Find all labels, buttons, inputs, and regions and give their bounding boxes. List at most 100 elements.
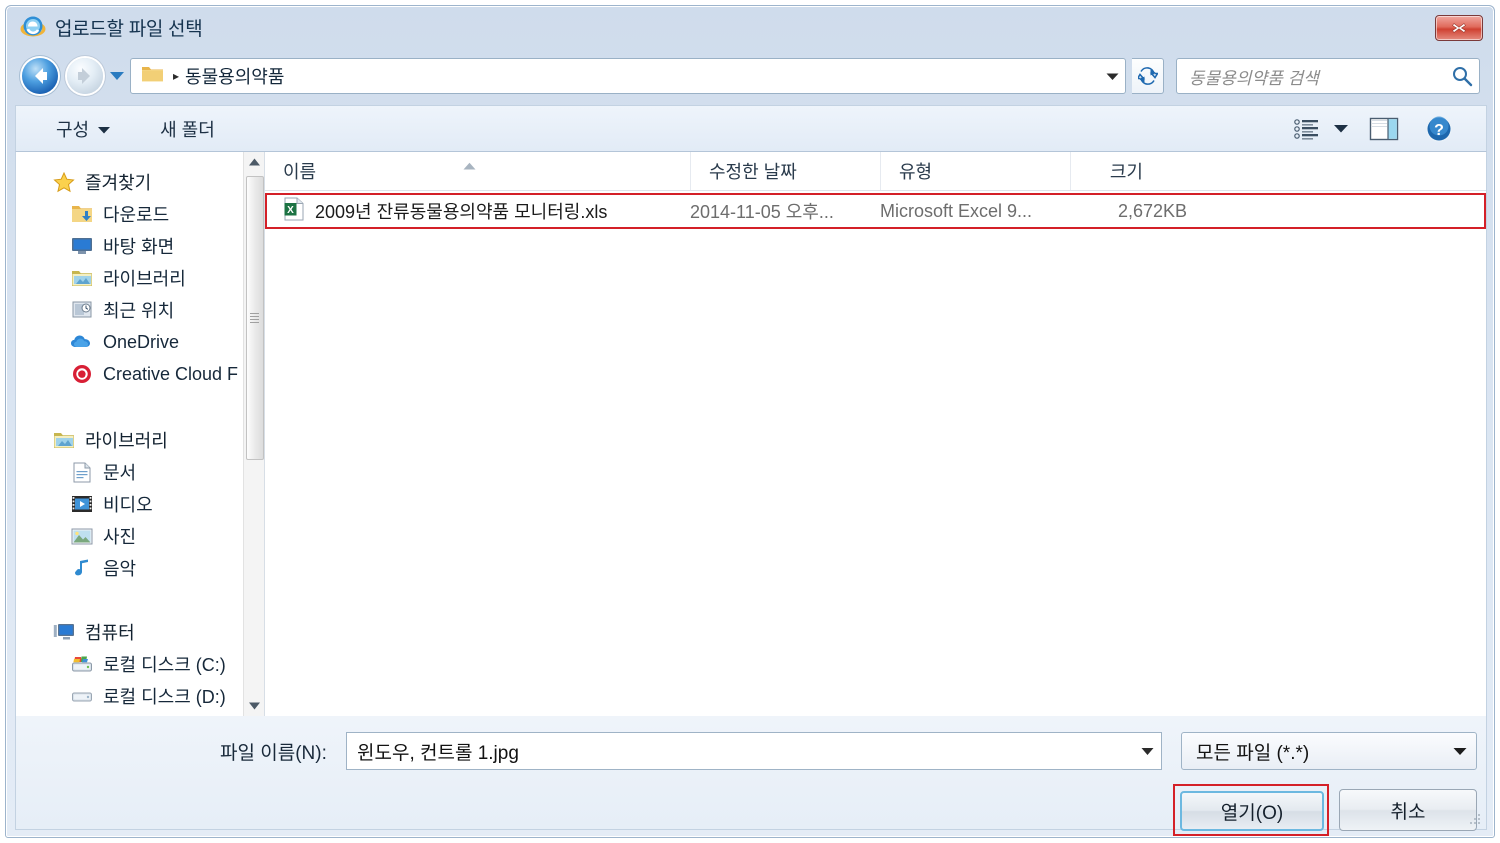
library-folder-icon (52, 429, 76, 451)
file-list-pane: 이름 수정한 날짜 유형 크기 X 2009년 잔류동물용의약품 모니터링.xl… (265, 152, 1486, 716)
computer-icon (52, 621, 76, 643)
dialog-footer: 파일 이름(N): 윈도우, 컨트롤 1.jpg 모든 파일 (*.*) 열기(… (15, 716, 1487, 836)
column-header-type[interactable]: 유형 (880, 152, 1070, 190)
breadcrumb[interactable]: ▸ 동물용의약품 (131, 63, 1099, 89)
sidebar-item-desktop[interactable]: 바탕 화면 (16, 230, 264, 262)
nav-group-computer: 컴퓨터 로컬 디스크 (C:) 로컬 디스크 (D:) (16, 584, 264, 712)
column-label: 수정한 날짜 (709, 162, 797, 182)
sidebar-item-creative-cloud[interactable]: Creative Cloud F (16, 358, 264, 390)
search-icon[interactable] (1445, 65, 1479, 87)
column-header-row: 이름 수정한 날짜 유형 크기 (265, 152, 1486, 191)
sidebar-label: 최근 위치 (103, 301, 175, 321)
sidebar-item-videos[interactable]: 비디오 (16, 488, 264, 520)
navigation-bar: ▸ 동물용의약품 동물용의약품 검색 (6, 50, 1494, 102)
sidebar-item-local-disk-d[interactable]: 로컬 디스크 (D:) (16, 680, 264, 712)
column-label: 크기 (1109, 162, 1143, 182)
music-note-icon (70, 557, 94, 579)
sidebar-item-downloads[interactable]: 다운로드 (16, 198, 264, 230)
title-bar: 업로드할 파일 선택 (6, 6, 1494, 48)
forward-arrow-icon (78, 68, 90, 84)
refresh-button[interactable] (1132, 58, 1164, 94)
chevron-down-icon (1106, 73, 1118, 80)
video-icon (70, 493, 94, 515)
nav-group-libraries: 라이브러리 문서 비디오 사진 음악 (16, 390, 264, 584)
sidebar-item-music[interactable]: 음악 (16, 552, 264, 584)
breadcrumb-current-folder[interactable]: 동물용의약품 (185, 63, 284, 89)
chevron-down-icon (110, 72, 124, 80)
sidebar-label: OneDrive (103, 331, 180, 352)
search-input[interactable]: 동물용의약품 검색 (1176, 58, 1480, 94)
cancel-button[interactable]: 취소 (1339, 789, 1477, 831)
view-mode-dropdown[interactable] (1326, 124, 1356, 133)
forward-button[interactable] (67, 58, 103, 94)
scrollbar-thumb[interactable] (246, 176, 264, 460)
navigation-pane: 즐겨찾기 다운로드 바탕 화면 라이브러리 최근 위치 OneDrive Cre… (16, 152, 264, 716)
close-button[interactable] (1435, 15, 1483, 41)
sidebar-item-computer[interactable]: 컴퓨터 (16, 616, 264, 648)
back-arrow-icon (35, 68, 47, 84)
sidebar-label: 즐겨찾기 (85, 173, 152, 193)
close-icon (1452, 23, 1466, 33)
navigation-pane-scrollbar[interactable] (243, 152, 264, 716)
recent-pages-dropdown[interactable] (109, 69, 125, 83)
sidebar-item-local-disk-c[interactable]: 로컬 디스크 (C:) (16, 648, 264, 680)
scroll-up-arrow[interactable] (244, 152, 264, 172)
folder-icon (141, 64, 165, 89)
star-icon (52, 171, 76, 193)
view-list-icon[interactable] (1286, 118, 1326, 140)
window-title: 업로드할 파일 선택 (55, 18, 203, 40)
sidebar-item-libraries-fav[interactable]: 라이브러리 (16, 262, 264, 294)
drive-icon (70, 685, 94, 707)
column-header-name[interactable]: 이름 (265, 152, 690, 190)
sidebar-item-libraries[interactable]: 라이브러리 (16, 424, 264, 456)
filename-value: 윈도우, 컨트롤 1.jpg (357, 742, 519, 764)
chevron-down-icon (248, 702, 260, 710)
system-drive-icon (70, 653, 94, 675)
preview-pane-icon[interactable] (1356, 116, 1412, 142)
sidebar-label: 사진 (103, 527, 137, 547)
file-name-cell: X 2009년 잔류동물용의약품 모니터링.xls (267, 197, 690, 226)
help-icon[interactable]: ? (1412, 115, 1466, 143)
sidebar-label: 비디오 (103, 495, 153, 515)
column-header-size[interactable]: 크기 (1070, 152, 1203, 190)
toolbar-right-group: ? (1286, 115, 1486, 143)
column-header-date[interactable]: 수정한 날짜 (690, 152, 880, 190)
table-row[interactable]: X 2009년 잔류동물용의약품 모니터링.xls 2014-11-05 오후.… (265, 193, 1486, 229)
svg-text:?: ? (1434, 122, 1444, 139)
sidebar-item-onedrive[interactable]: OneDrive (16, 326, 264, 358)
resize-grip-icon[interactable] (1468, 812, 1482, 826)
content-area: 즐겨찾기 다운로드 바탕 화면 라이브러리 최근 위치 OneDrive Cre… (15, 152, 1487, 716)
nav-group-favorites: 즐겨찾기 다운로드 바탕 화면 라이브러리 최근 위치 OneDrive Cre… (16, 152, 264, 390)
sidebar-item-documents[interactable]: 문서 (16, 456, 264, 488)
sidebar-item-recent-places[interactable]: 최근 위치 (16, 294, 264, 326)
creative-cloud-icon (70, 363, 94, 385)
breadcrumb-separator: ▸ (173, 69, 180, 83)
filetype-select[interactable]: 모든 파일 (*.*) (1181, 732, 1477, 770)
open-button[interactable]: 열기(O) (1180, 791, 1324, 831)
internet-explorer-icon (20, 14, 46, 40)
sidebar-label: 로컬 디스크 (C:) (103, 655, 226, 675)
new-folder-button[interactable]: 새 폴더 (146, 106, 229, 151)
new-folder-label: 새 폴더 (160, 119, 215, 140)
onedrive-cloud-icon (70, 331, 94, 353)
address-bar[interactable]: ▸ 동물용의약품 (130, 58, 1126, 94)
scroll-down-arrow[interactable] (244, 696, 264, 716)
column-label: 유형 (899, 162, 933, 182)
chevron-down-icon (1334, 125, 1348, 133)
file-type-cell: Microsoft Excel 9... (880, 200, 1033, 221)
file-date-cell: 2014-11-05 오후... (690, 202, 834, 222)
sidebar-item-pictures[interactable]: 사진 (16, 520, 264, 552)
organize-button[interactable]: 구성 (42, 106, 124, 151)
column-label: 이름 (283, 162, 317, 182)
file-size-cell: 2,672KB (1117, 200, 1187, 221)
file-name: 2009년 잔류동물용의약품 모니터링.xls (315, 202, 608, 222)
chevron-down-icon (1141, 747, 1153, 755)
filename-dropdown-button[interactable] (1133, 747, 1161, 756)
filetype-dropdown-button[interactable] (1444, 747, 1476, 756)
sidebar-item-favorites[interactable]: 즐겨찾기 (16, 166, 264, 198)
filename-input[interactable]: 윈도우, 컨트롤 1.jpg (346, 732, 1162, 770)
filetype-value: 모든 파일 (*.*) (1196, 742, 1310, 764)
address-dropdown-button[interactable] (1099, 72, 1125, 81)
library-folder-icon (70, 267, 94, 289)
back-button[interactable] (22, 58, 58, 94)
